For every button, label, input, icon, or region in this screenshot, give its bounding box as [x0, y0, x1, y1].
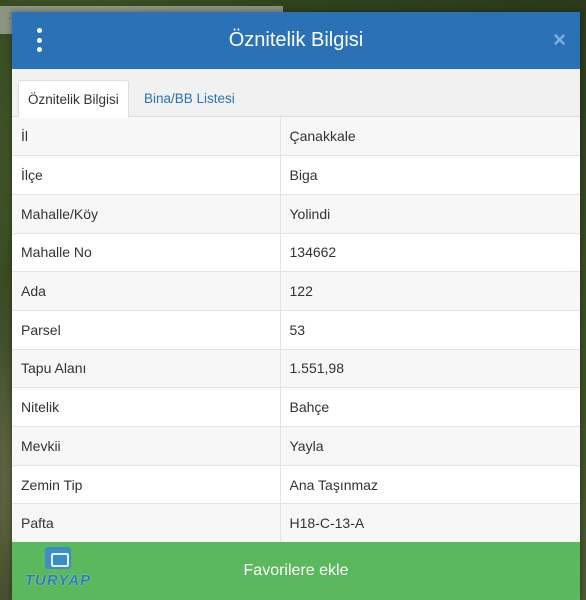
add-favorite-button[interactable]: TURYAP Favorilere ekle [12, 542, 580, 600]
attribute-key: Parsel [12, 310, 281, 350]
attribute-value: Yayla [280, 426, 580, 466]
table-row: Nitelik Bahçe [12, 387, 580, 427]
table-row: Mevkii Yayla [12, 426, 580, 466]
close-icon[interactable]: × [553, 27, 566, 53]
table-row: Pafta H18-C-13-A [12, 503, 580, 544]
attribute-value: H18-C-13-A [280, 503, 580, 544]
attribute-key: Pafta [12, 503, 281, 544]
table-row: Mahalle No 134662 [12, 233, 580, 273]
attribute-value: Bahçe [280, 387, 580, 427]
tab-attribute-info[interactable]: Öznitelik Bilgisi [18, 80, 129, 118]
attribute-key: İlçe [12, 155, 281, 195]
turyap-logo-icon [45, 547, 71, 569]
turyap-logo: TURYAP [18, 545, 98, 597]
more-menu-icon[interactable] [32, 28, 46, 52]
table-row: Mahalle/Köy Yolindi [12, 194, 580, 234]
attribute-key: Mahalle/Köy [12, 194, 281, 234]
attribute-key: Nitelik [12, 387, 281, 427]
attribute-key: İl [12, 117, 281, 157]
attribute-panel: Öznitelik Bilgisi × Öznitelik Bilgisi Bi… [12, 12, 580, 600]
attribute-value: Yolindi [280, 194, 580, 234]
panel-title: Öznitelik Bilgisi [228, 29, 364, 51]
attribute-value: Çanakkale [280, 117, 580, 157]
table-row: Parsel 53 [12, 310, 580, 350]
table-row: Ada 122 [12, 271, 580, 311]
attribute-value: Ana Taşınmaz [280, 465, 580, 505]
table-row: İlçe Biga [12, 155, 580, 195]
attribute-value: 122 [280, 271, 580, 311]
attribute-key: Ada [12, 271, 281, 311]
attribute-table: İl Çanakkale İlçe Biga Mahalle/Köy Yolindi … [12, 117, 580, 544]
table-row: İl Çanakkale [12, 117, 580, 157]
attribute-value: 1.551,98 [280, 349, 580, 389]
panel-header: Öznitelik Bilgisi × [12, 12, 580, 69]
table-row: Zemin Tip Ana Taşınmaz [12, 465, 580, 505]
attribute-key: Mevkii [12, 426, 281, 466]
attribute-value: 53 [280, 310, 580, 350]
table-row: Tapu Alanı 1.551,98 [12, 349, 580, 389]
tab-bar: Öznitelik Bilgisi Bina/BB Listesi [12, 69, 580, 118]
attribute-key: Zemin Tip [12, 465, 281, 505]
turyap-logo-text: TURYAP [24, 572, 92, 589]
tab-building-list[interactable]: Bina/BB Listesi [135, 80, 244, 118]
attribute-key: Tapu Alanı [12, 349, 281, 389]
attribute-value: 134662 [280, 233, 580, 273]
attribute-key: Mahalle No [12, 233, 281, 273]
add-favorite-label: Favorilere ekle [243, 562, 349, 579]
attribute-value: Biga [280, 155, 580, 195]
